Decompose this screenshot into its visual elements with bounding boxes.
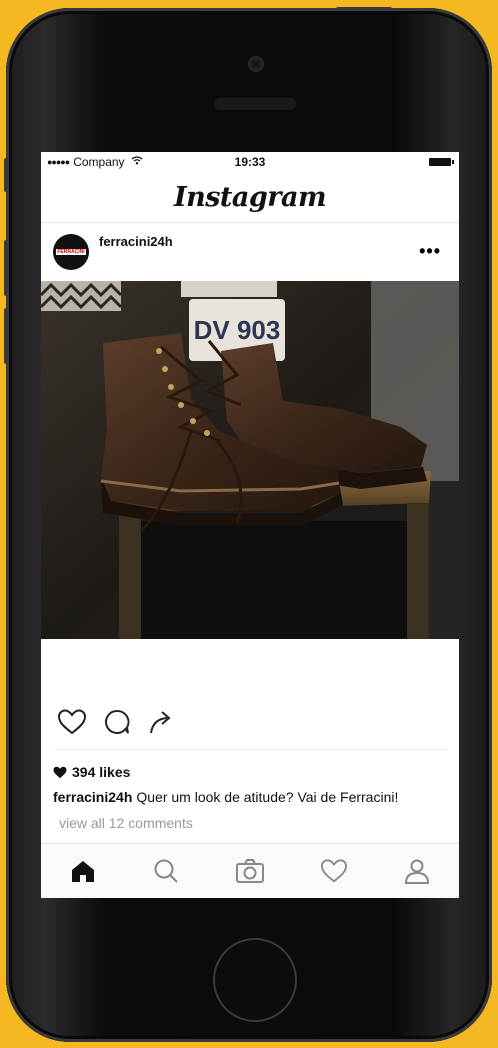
post-actions [57, 707, 173, 741]
home-button[interactable] [213, 938, 297, 1022]
post-header: FERRACINI ferracini24h ••• [41, 223, 459, 281]
battery-icon [429, 158, 454, 166]
caption-username[interactable]: ferracini24h [53, 789, 132, 805]
likes-label: 394 likes [72, 764, 131, 780]
likes-count[interactable]: 394 likes [53, 764, 130, 780]
share-icon[interactable] [147, 709, 173, 740]
heart-icon[interactable] [57, 708, 87, 741]
volume-down-button [4, 308, 8, 364]
post-caption: ferracini24h Quer um look de atitude? Vai… [53, 789, 398, 805]
divider [53, 749, 447, 750]
power-button [336, 7, 392, 11]
heart-icon[interactable] [317, 854, 351, 888]
post-username[interactable]: ferracini24h [99, 234, 173, 249]
clock: 19:33 [234, 155, 266, 169]
earpiece-speaker [213, 96, 297, 110]
mute-switch [4, 158, 8, 192]
volume-up-button [4, 240, 8, 296]
caption-text: Quer um look de atitude? Vai de Ferracin… [136, 789, 399, 805]
app-header: Instagram [41, 172, 459, 223]
post-photo[interactable]: DV 903 [41, 281, 459, 639]
front-camera [249, 57, 263, 71]
search-icon[interactable] [149, 854, 183, 888]
app-screen: ●●●●● Company 19:33 Instagram FERRACINI … [41, 152, 459, 898]
license-plate-text: DV 903 [194, 315, 281, 345]
view-comments-link[interactable]: view all 12 comments [59, 815, 193, 831]
instagram-logo: Instagram [173, 181, 327, 213]
avatar[interactable]: FERRACINI [53, 234, 89, 270]
comment-icon[interactable] [103, 708, 131, 741]
small-heart-icon [53, 766, 67, 778]
camera-icon[interactable] [233, 854, 267, 888]
boots-photo: DV 903 [41, 281, 459, 639]
home-icon[interactable] [66, 854, 100, 888]
avatar-brand-text: FERRACINI [56, 249, 86, 255]
profile-icon[interactable] [400, 854, 434, 888]
bottom-tab-bar [41, 843, 459, 898]
more-options-icon[interactable]: ••• [419, 241, 441, 262]
status-bar: ●●●●● Company 19:33 [41, 152, 459, 172]
